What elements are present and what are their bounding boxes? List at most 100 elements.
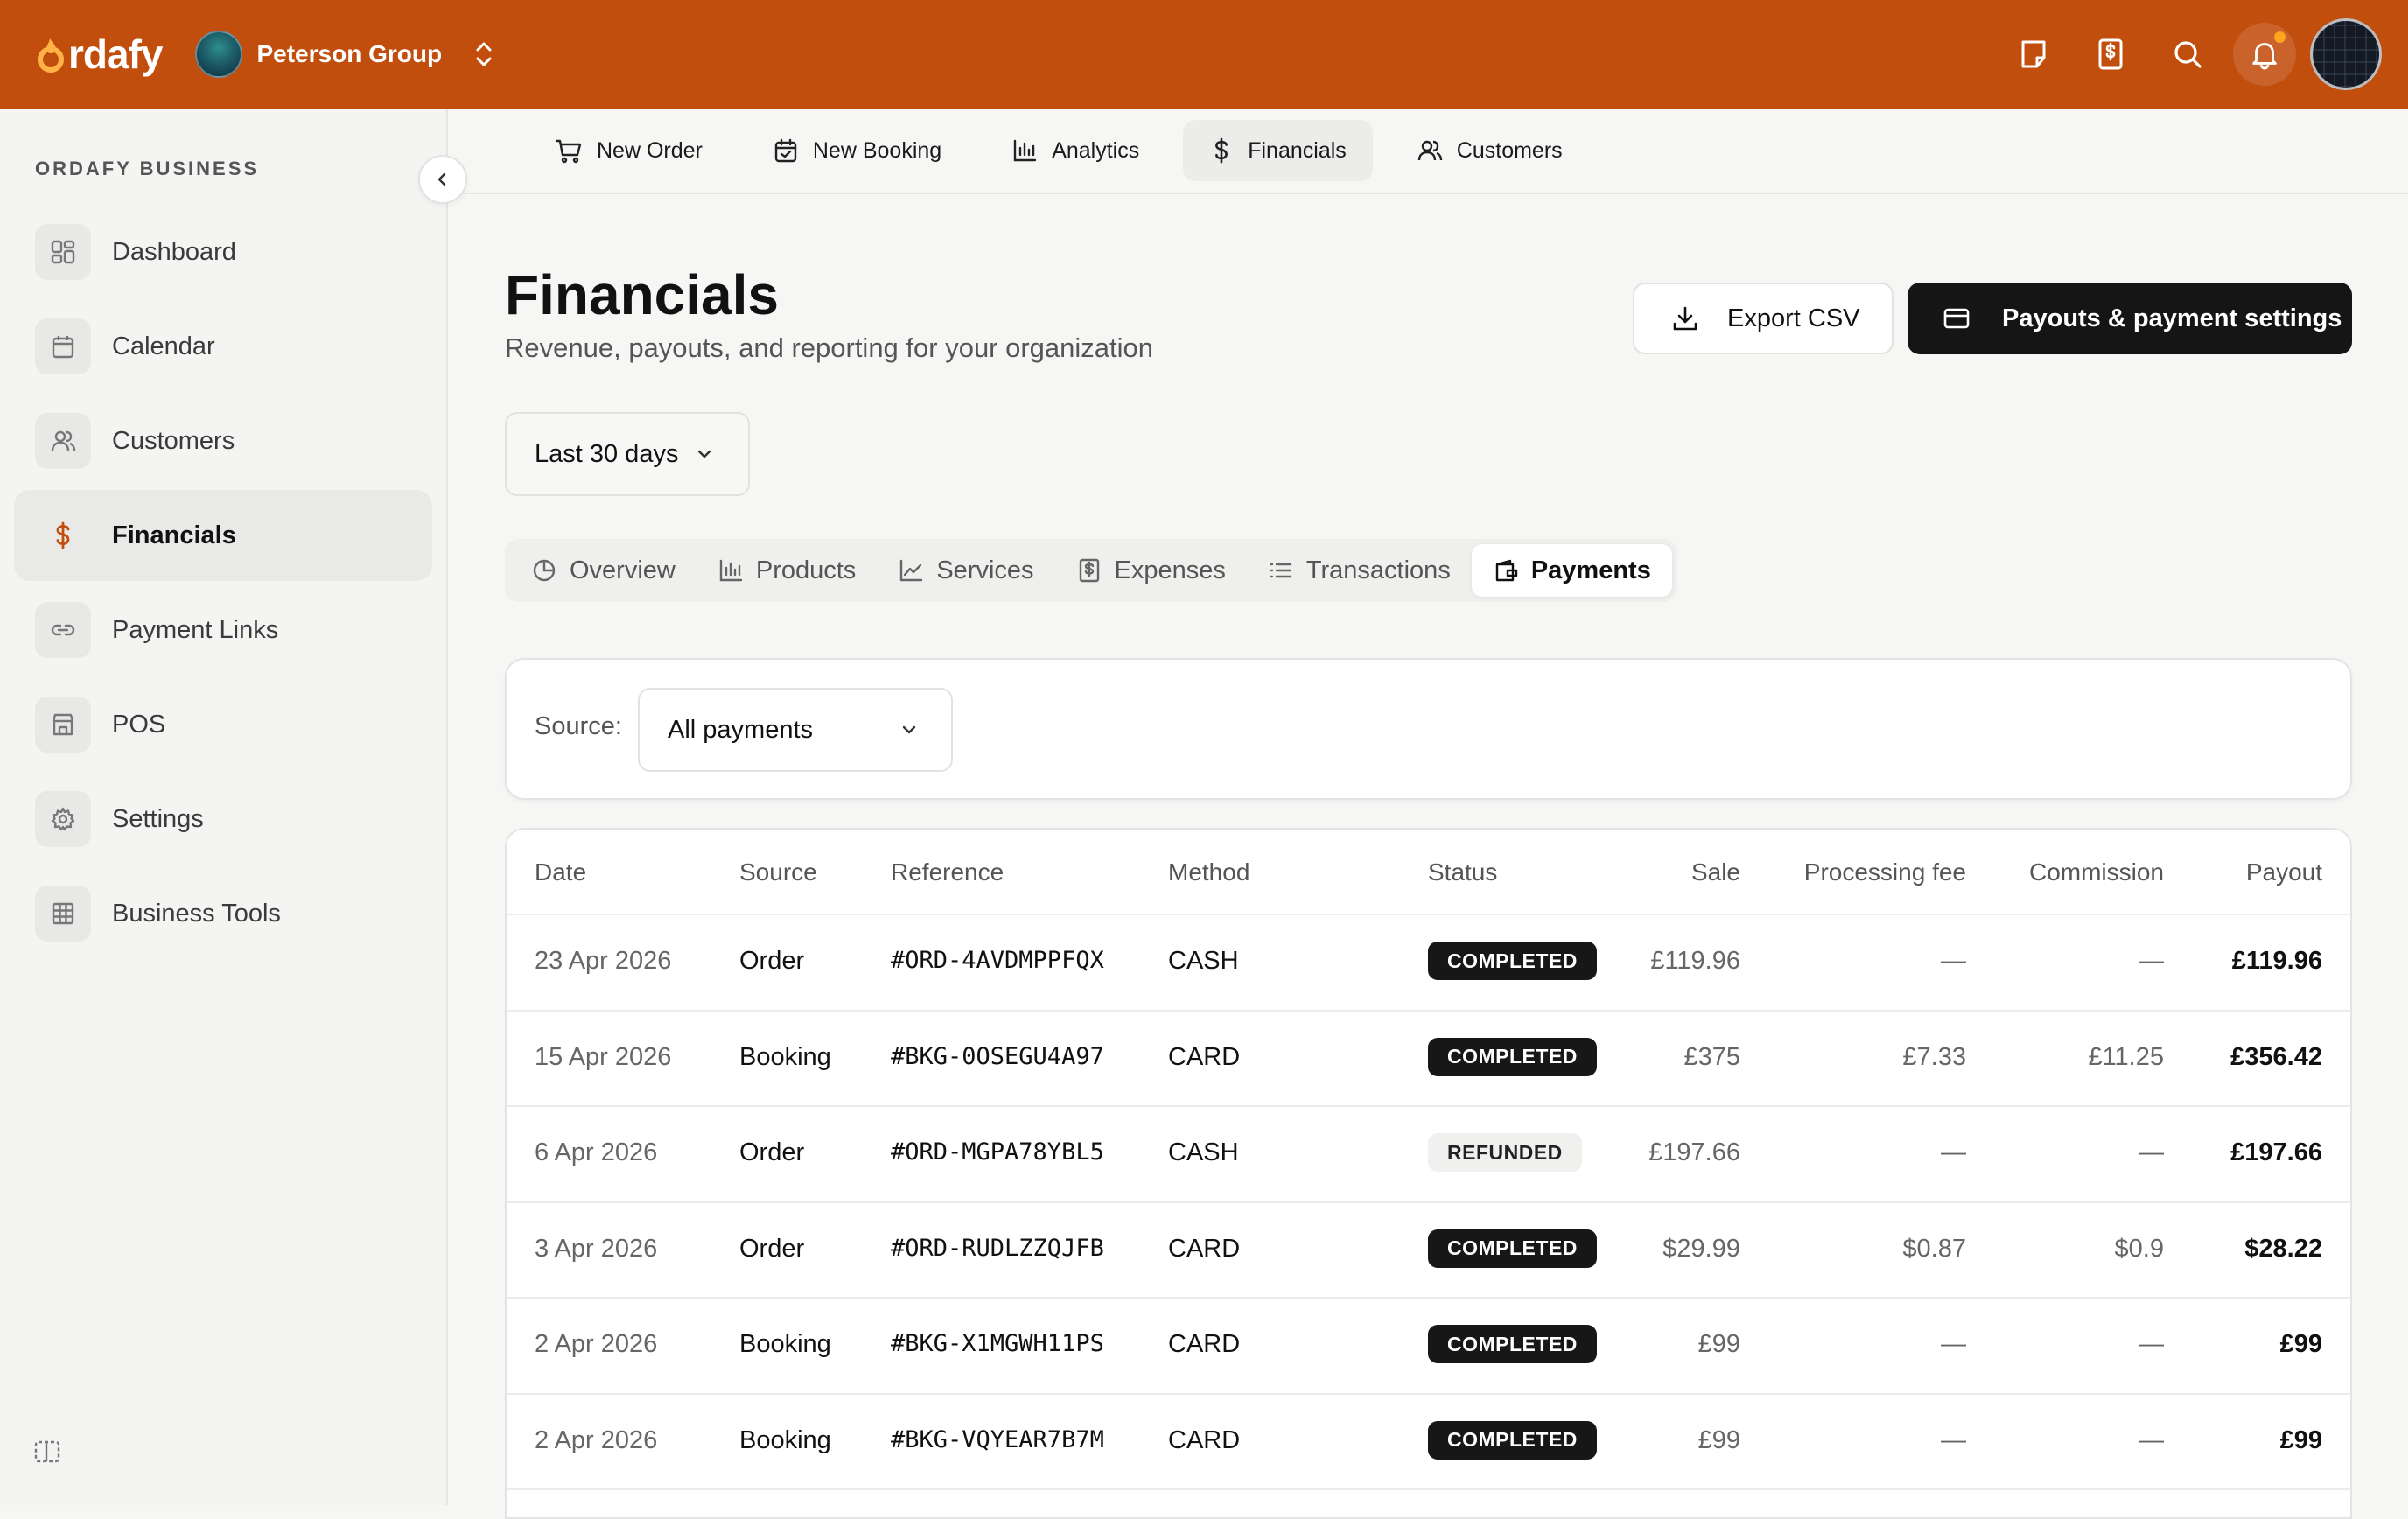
brand-logo[interactable]: rdafy [35, 31, 163, 78]
notifications-button[interactable] [2233, 23, 2296, 86]
top-bar: rdafy Peterson Group [0, 0, 2408, 108]
sidebar-item-calendar[interactable]: Calendar [14, 301, 432, 392]
sidebar-toggle-icon[interactable] [33, 1438, 61, 1465]
quicknav-new-booking[interactable]: New Booking [746, 120, 968, 181]
sidebar-heading: ORDAFY BUSINESS [35, 158, 260, 179]
date-range-select[interactable]: Last 30 days [505, 412, 750, 496]
top-actions [1995, 0, 2408, 108]
table-row[interactable]: 2 Apr 2026 Booking #BKG-VQYEAR7B7M CARD … [507, 1395, 2350, 1490]
sidebar-item-financials[interactable]: Financials [14, 490, 432, 581]
status-badge: COMPLETED [1428, 1325, 1597, 1363]
column-header-source[interactable]: Source [739, 858, 817, 886]
cell-commission: — [2138, 1425, 2164, 1454]
payouts-settings-button[interactable]: Payouts & payment settings [1908, 283, 2352, 354]
cell-reference[interactable]: #BKG-0OSEGU4A97 [891, 1043, 1104, 1070]
column-header-processing-fee[interactable]: Processing fee [1804, 858, 1966, 886]
payments-table: Date Source Reference Method Status Sale… [505, 828, 2352, 1519]
cell-sale: £99 [1698, 1425, 1740, 1454]
sidebar-item-settings[interactable]: Settings [14, 774, 432, 864]
table-row[interactable]: 6 Apr 2026 Order #ORD-MGPA78YBL5 CASH RE… [507, 1107, 2350, 1203]
sidebar-item-business-tools[interactable]: Business Tools [14, 868, 432, 959]
credit-card-icon [1943, 308, 1970, 329]
status-badge: COMPLETED [1428, 1228, 1597, 1268]
cell-source: Booking [739, 1042, 831, 1071]
column-header-status[interactable]: Status [1428, 858, 1497, 886]
status-badge: COMPLETED [1428, 1420, 1597, 1460]
cell-sale: £99 [1698, 1330, 1740, 1358]
tab-services[interactable]: Services [877, 544, 1054, 597]
quicknav-label: Analytics [1052, 137, 1140, 163]
tab-overview[interactable]: Overview [510, 544, 696, 597]
cell-source: Order [739, 1138, 805, 1166]
table-row[interactable]: 15 Apr 2026 Booking #BKG-0OSEGU4A97 CARD… [507, 1012, 2350, 1107]
quicknav-analytics[interactable]: Analytics [985, 120, 1166, 181]
dashboard-icon [35, 224, 91, 280]
sidebar-item-pos[interactable]: POS [14, 679, 432, 770]
column-header-reference[interactable]: Reference [891, 858, 1004, 886]
quicknav-new-order[interactable]: New Order [528, 120, 729, 181]
quicknav-label: Financials [1248, 137, 1347, 163]
cell-payout: £99 [2279, 1425, 2322, 1454]
cell-reference[interactable]: #BKG-X1MGWH11PS [891, 1330, 1104, 1357]
invoice-icon[interactable] [2072, 16, 2149, 93]
cell-reference[interactable]: #ORD-4AVDMPPFQX [891, 947, 1104, 974]
sidebar-item-label: Dashboard [112, 237, 236, 266]
column-header-sale[interactable]: Sale [1691, 858, 1740, 886]
source-filter-label: Source: [535, 712, 622, 740]
cell-payout: £197.66 [2230, 1138, 2322, 1166]
quicknav-financials[interactable]: Financials [1183, 120, 1373, 181]
source-filter-select[interactable]: All payments [638, 688, 953, 772]
sidebar-item-label: Calendar [112, 332, 215, 360]
table-header: Date Source Reference Method Status Sale… [507, 830, 2350, 915]
sidebar-item-customers[interactable]: Customers [14, 396, 432, 486]
org-name[interactable]: Peterson Group [256, 40, 442, 68]
export-csv-button[interactable]: Export CSV [1633, 283, 1894, 354]
column-header-date[interactable]: Date [535, 858, 586, 886]
user-avatar[interactable] [2310, 18, 2382, 90]
cell-processing-fee: — [1941, 1425, 1966, 1454]
cell-sale: $29.99 [1662, 1234, 1740, 1263]
cell-date: 2 Apr 2026 [535, 1330, 658, 1358]
cell-date: 15 Apr 2026 [535, 1042, 672, 1071]
cell-reference[interactable]: #BKG-VQYEAR7B7M [891, 1426, 1104, 1453]
date-range-value: Last 30 days [535, 439, 679, 468]
quicknav-customers[interactable]: Customers [1390, 120, 1589, 181]
org-switcher-chevron-icon[interactable] [473, 39, 494, 69]
org-avatar[interactable] [195, 31, 243, 78]
tab-payments[interactable]: Payments [1471, 544, 1672, 597]
column-header-commission[interactable]: Commission [2029, 858, 2164, 886]
cell-payout: £119.96 [2231, 947, 2322, 975]
link-icon [35, 602, 91, 658]
collapse-sidebar-button[interactable] [418, 155, 467, 204]
search-icon[interactable] [2149, 16, 2226, 93]
logo-text: rdafy [68, 32, 163, 77]
cell-sale: £119.96 [1650, 947, 1740, 975]
tab-label: Services [936, 556, 1034, 584]
users-icon [1418, 140, 1442, 161]
notes-icon[interactable] [1995, 16, 2072, 93]
cell-reference[interactable]: #ORD-MGPA78YBL5 [891, 1138, 1104, 1166]
quicknav-label: New Order [597, 137, 703, 163]
cell-method: CASH [1168, 947, 1239, 975]
sidebar-item-payment-links[interactable]: Payment Links [14, 584, 432, 676]
tab-expenses[interactable]: Expenses [1055, 544, 1247, 597]
sidebar-item-label: POS [112, 710, 166, 738]
table-row[interactable]: 23 Apr 2026 Order #ORD-4AVDMPPFQX CASH C… [507, 915, 2350, 1012]
tab-products[interactable]: Products [696, 544, 877, 597]
tab-label: Overview [570, 556, 676, 584]
pie-chart-icon [533, 559, 556, 582]
sidebar-item-dashboard[interactable]: Dashboard [14, 206, 432, 298]
cell-reference[interactable]: #ORD-RUDLZZQJFB [891, 1235, 1104, 1262]
table-row[interactable]: 3 Apr 2026 Order #ORD-RUDLZZQJFB CARD CO… [507, 1203, 2350, 1298]
table-row[interactable]: 2 Apr 2026 Booking #BKG-X1MGWH11PS CARD … [507, 1298, 2350, 1395]
status-badge: COMPLETED [1428, 1037, 1597, 1076]
download-icon [1673, 306, 1698, 331]
calendar-icon [35, 318, 91, 374]
notification-dot [2274, 32, 2286, 43]
cell-payout: £99 [2279, 1330, 2322, 1358]
tab-transactions[interactable]: Transactions [1247, 544, 1472, 597]
cell-date: 23 Apr 2026 [535, 947, 672, 975]
cell-processing-fee: $0.87 [1902, 1234, 1966, 1263]
column-header-method[interactable]: Method [1168, 858, 1250, 886]
column-header-payout[interactable]: Payout [2246, 858, 2322, 886]
